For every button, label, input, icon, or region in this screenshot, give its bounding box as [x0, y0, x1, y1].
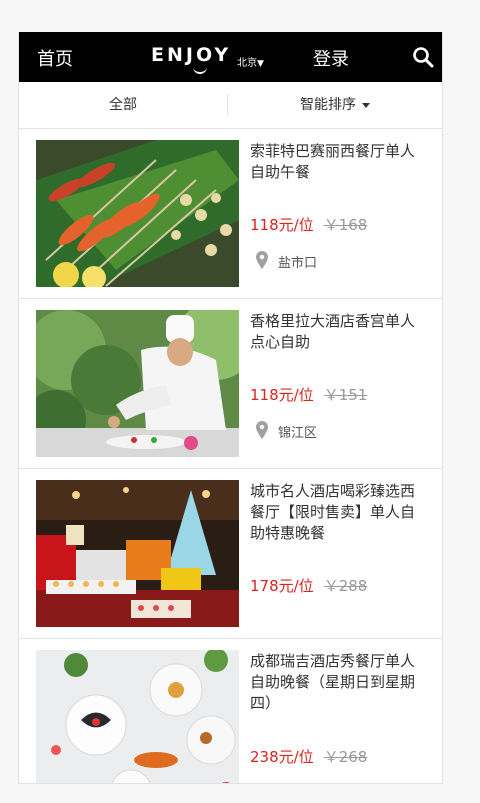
deal-list-item[interactable]: 索菲特巴赛丽西餐厅单人自助午餐 118元/位 ￥168 盐市口 [19, 129, 442, 299]
filter-bar: 全部 智能排序 [19, 82, 442, 129]
sort-dropdown[interactable]: 智能排序 [228, 82, 442, 128]
search-icon[interactable] [412, 46, 434, 68]
seafood-skewers-photo [36, 140, 239, 287]
sort-label: 智能排序 [300, 97, 356, 113]
filter-all-tab[interactable]: 全部 [19, 82, 227, 128]
chef-plating-photo [36, 310, 239, 457]
caret-down-icon [362, 102, 370, 108]
deal-price: 238元/位 [250, 748, 314, 766]
enjoy-logo[interactable]: ENJOY [151, 44, 232, 74]
city-selector[interactable]: 北京▼ [237, 54, 264, 69]
nav-home-link[interactable]: 首页 [37, 45, 73, 71]
location-pin-icon [256, 421, 268, 439]
deal-title: 索菲特巴赛丽西餐厅单人自助午餐 [250, 142, 416, 181]
deal-list-item[interactable]: 成都瑞吉酒店秀餐厅单人自助晚餐（星期日到星期四） 238元/位 ￥268 [19, 639, 442, 783]
price-row: 178元/位 ￥288 [250, 575, 367, 596]
app-frame: 首页 ENJOY 北京▼ 登录 全部 智能排序 索菲特巴赛丽西餐厅单人自助午餐 … [18, 32, 443, 784]
original-price: ￥288 [323, 577, 368, 595]
deal-price: 118元/位 [250, 386, 314, 404]
original-price: ￥268 [323, 748, 368, 766]
top-nav-bar: 首页 ENJOY 北京▼ 登录 [19, 32, 442, 82]
deal-price: 118元/位 [250, 216, 314, 234]
original-price: ￥151 [323, 386, 368, 404]
original-price: ￥168 [323, 216, 368, 234]
deal-location: 锦江区 [256, 421, 317, 441]
logo-text: ENJOY [151, 44, 232, 66]
deal-title: 城市名人酒店喝彩臻选西餐厅【限时售卖】单人自助特惠晚餐 [250, 482, 416, 542]
price-row: 238元/位 ￥268 [250, 746, 367, 767]
filter-all-label: 全部 [109, 97, 137, 113]
deal-price: 178元/位 [250, 577, 314, 595]
price-row: 118元/位 ￥151 [250, 384, 367, 405]
deal-list-item[interactable]: 城市名人酒店喝彩臻选西餐厅【限时售卖】单人自助特惠晚餐 178元/位 ￥288 [19, 469, 442, 639]
deal-title: 香格里拉大酒店香宫单人点心自助 [250, 312, 416, 351]
city-caret-icon: ▼ [257, 59, 264, 69]
deal-list-item[interactable]: 香格里拉大酒店香宫单人点心自助 118元/位 ￥151 锦江区 [19, 299, 442, 469]
location-label: 盐市口 [278, 256, 318, 271]
buffet-counter-photo [36, 480, 239, 627]
logo-smile-icon [193, 66, 207, 74]
city-name: 北京 [237, 58, 257, 69]
deal-location: 盐市口 [256, 251, 317, 271]
price-row: 118元/位 ￥168 [250, 214, 367, 235]
deal-title: 成都瑞吉酒店秀餐厅单人自助晚餐（星期日到星期四） [250, 652, 416, 712]
location-label: 锦江区 [278, 426, 318, 441]
plated-dishes-photo [36, 650, 239, 783]
location-pin-icon [256, 251, 268, 269]
login-link[interactable]: 登录 [313, 45, 349, 71]
